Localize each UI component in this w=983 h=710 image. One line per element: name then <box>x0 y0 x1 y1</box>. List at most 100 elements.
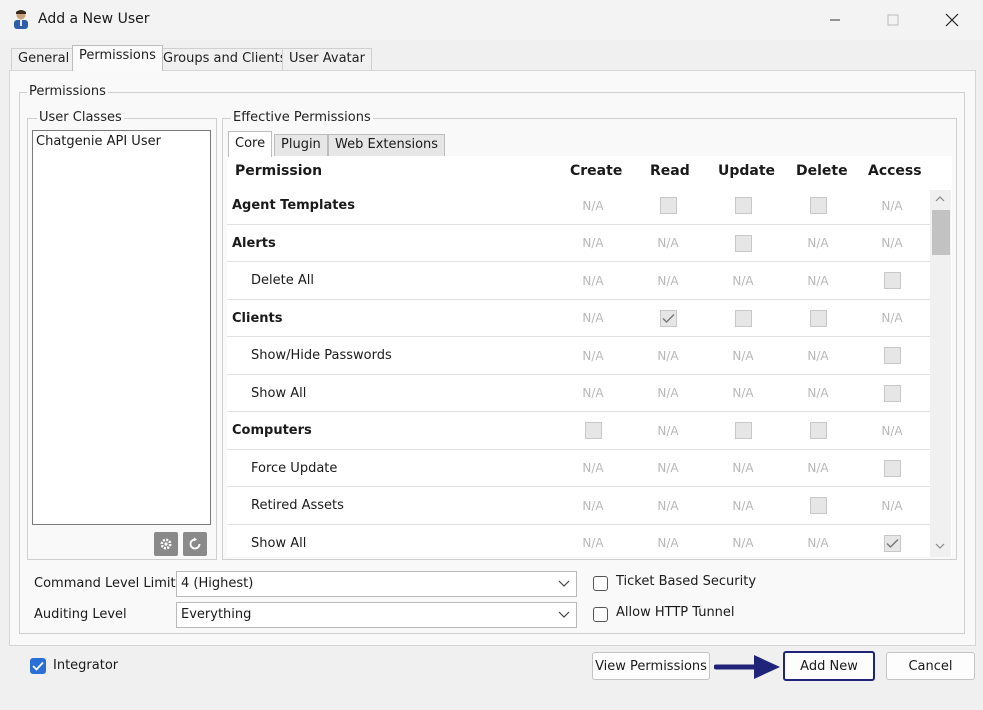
na-text: N/A <box>657 423 679 438</box>
permissions-grid: Permission Create Read Update Delete Acc… <box>227 156 952 557</box>
tab-user-avatar[interactable]: User Avatar <box>282 48 372 70</box>
permission-label: Retired Assets <box>251 498 344 513</box>
access-checkbox[interactable] <box>883 347 901 364</box>
na-text: N/A <box>807 273 829 288</box>
column-read: Read <box>650 163 690 179</box>
chevron-down-icon <box>558 611 570 618</box>
close-button[interactable] <box>927 0 977 40</box>
minimize-button[interactable] <box>810 0 860 40</box>
table-row: Show All N/A N/A N/A N/A <box>227 525 930 558</box>
integrator-label: Integrator <box>53 658 119 673</box>
user-classes-label: User Classes <box>37 110 124 125</box>
settings-button[interactable] <box>154 532 178 556</box>
column-permission: Permission <box>235 163 323 179</box>
na-text: N/A <box>582 311 604 325</box>
refresh-button[interactable] <box>183 532 207 556</box>
tab-groups-and-clients[interactable]: Groups and Clients <box>156 48 294 70</box>
minimize-icon <box>830 19 840 21</box>
na-text: N/A <box>732 348 754 363</box>
access-checkbox[interactable] <box>883 384 901 402</box>
view-permissions-button[interactable]: View Permissions <box>592 652 710 680</box>
allow-http-tunnel-checkbox[interactable] <box>593 607 608 622</box>
read-checkbox[interactable] <box>659 309 677 327</box>
access-checkbox[interactable] <box>883 459 901 477</box>
maximize-icon <box>887 14 899 26</box>
permission-label: Alerts <box>232 235 276 251</box>
access-checkbox[interactable] <box>883 534 901 552</box>
update-checkbox-cell <box>713 300 773 337</box>
permission-label: Force Update <box>251 460 338 476</box>
na-text: N/A <box>657 461 679 475</box>
subtab-web-extensions[interactable]: Web Extensions <box>328 134 446 156</box>
na-text: N/A <box>657 536 679 550</box>
update-checkbox[interactable] <box>734 309 752 327</box>
command-level-value: 4 (Highest) <box>181 576 254 591</box>
update-checkbox[interactable] <box>734 234 752 252</box>
na-text: N/A <box>881 311 903 325</box>
read-na: N/A <box>638 412 698 449</box>
read-checkbox[interactable] <box>659 197 677 214</box>
list-item[interactable]: Chatgenie API User <box>33 131 210 152</box>
tab-permissions[interactable]: Permissions <box>72 45 163 71</box>
delete-checkbox[interactable] <box>809 422 827 439</box>
na-text: N/A <box>807 536 829 550</box>
update-na: N/A <box>713 525 773 558</box>
access-checkbox-cell <box>862 525 922 558</box>
update-checkbox-cell <box>713 412 773 449</box>
table-row: Show All N/A N/A N/A N/A <box>227 375 930 412</box>
create-na: N/A <box>563 487 623 524</box>
access-na: N/A <box>862 187 922 224</box>
access-checkbox-cell <box>862 262 922 299</box>
integrator-checkbox[interactable] <box>30 658 46 674</box>
ticket-based-security-checkbox[interactable] <box>593 576 608 591</box>
na-text: N/A <box>807 461 829 475</box>
scrollbar-thumb[interactable] <box>932 210 950 255</box>
arrow-pointer-icon <box>713 653 784 685</box>
refresh-icon <box>189 537 201 550</box>
table-row: Retired Assets N/A N/A N/A N/A <box>227 487 930 525</box>
delete-na: N/A <box>788 337 848 374</box>
create-na: N/A <box>563 187 623 224</box>
delete-checkbox[interactable] <box>809 197 827 214</box>
permission-label: Delete All <box>251 273 314 288</box>
scroll-down-icon[interactable] <box>935 542 945 550</box>
read-na: N/A <box>638 487 698 524</box>
na-text: N/A <box>657 273 679 288</box>
table-row: Delete All N/A N/A N/A N/A <box>227 262 930 300</box>
auditing-level-select[interactable]: Everything <box>176 602 577 628</box>
create-checkbox[interactable] <box>584 422 602 439</box>
table-row: Alerts N/A N/A N/A N/A <box>227 225 930 262</box>
na-text: N/A <box>807 348 829 363</box>
scroll-up-icon[interactable] <box>935 195 945 203</box>
access-checkbox-cell <box>862 375 922 412</box>
table-row: Force Update N/A N/A N/A N/A <box>227 450 930 487</box>
subtab-plugin[interactable]: Plugin <box>274 134 328 156</box>
na-text: N/A <box>881 498 903 513</box>
chevron-down-icon <box>558 580 570 587</box>
delete-checkbox[interactable] <box>809 309 827 327</box>
table-row: Clients N/A N/A <box>227 300 930 337</box>
access-checkbox[interactable] <box>883 272 901 289</box>
na-text: N/A <box>732 461 754 475</box>
na-text: N/A <box>732 273 754 288</box>
gear-icon <box>160 538 172 550</box>
subtab-core[interactable]: Core <box>228 131 273 157</box>
effective-permissions-label: Effective Permissions <box>231 110 373 125</box>
checkmark-icon <box>661 313 675 323</box>
add-new-button[interactable]: Add New <box>783 651 875 681</box>
permission-label: Show All <box>251 535 307 551</box>
user-classes-list[interactable]: Chatgenie API User <box>32 130 211 525</box>
command-level-select[interactable]: 4 (Highest) <box>176 571 577 597</box>
delete-checkbox-cell <box>788 187 848 224</box>
permissions-group-label: Permissions <box>27 84 108 99</box>
update-checkbox[interactable] <box>734 422 752 439</box>
cancel-button[interactable]: Cancel <box>886 652 975 680</box>
maximize-button[interactable] <box>868 0 918 40</box>
update-na: N/A <box>713 487 773 524</box>
na-text: N/A <box>582 498 604 513</box>
update-checkbox[interactable] <box>734 197 752 214</box>
create-na: N/A <box>563 450 623 487</box>
delete-checkbox[interactable] <box>809 497 827 514</box>
tab-general[interactable]: General <box>11 48 77 70</box>
access-na: N/A <box>862 225 922 262</box>
